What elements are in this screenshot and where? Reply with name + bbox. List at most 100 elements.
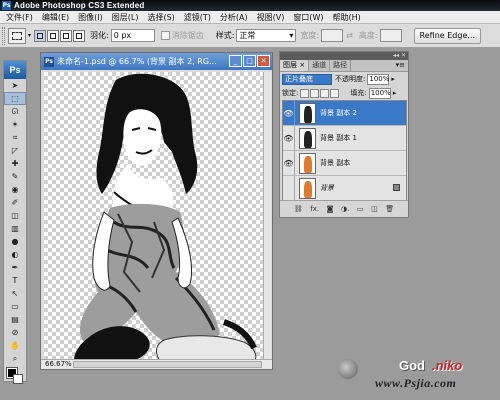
- zoom-level[interactable]: 66.67%: [45, 360, 73, 369]
- background-color-swatch[interactable]: [13, 374, 23, 384]
- options-grip[interactable]: [2, 26, 5, 45]
- lasso-tool[interactable]: ᘏ: [4, 105, 26, 118]
- mask-icon[interactable]: ◙: [327, 205, 334, 213]
- layer-name[interactable]: 背景 副本 1: [320, 133, 357, 143]
- menu-view[interactable]: 视图(V): [254, 12, 291, 23]
- canvas[interactable]: [44, 72, 263, 361]
- menu-window[interactable]: 窗口(W): [290, 12, 329, 23]
- maximize-icon[interactable]: □: [243, 55, 256, 67]
- chevron-down-icon[interactable]: ▾: [28, 32, 31, 39]
- style-select[interactable]: 正常 ▾: [236, 29, 297, 42]
- eraser-tool[interactable]: ◫: [4, 209, 26, 222]
- tab-channels[interactable]: 通道: [309, 60, 331, 71]
- pen-tool[interactable]: ✒: [4, 261, 26, 274]
- lock-pixels-icon[interactable]: [310, 88, 320, 98]
- group-icon[interactable]: ▭: [357, 205, 364, 213]
- type-tool[interactable]: T: [4, 274, 26, 287]
- fx-icon[interactable]: fx.: [310, 205, 319, 213]
- rect-shape-tool[interactable]: ▭: [4, 300, 26, 313]
- panel-collapse-icon[interactable]: ◂◂ ✕: [393, 53, 406, 59]
- layer-name[interactable]: 背景: [320, 183, 334, 193]
- height-input[interactable]: [379, 29, 402, 42]
- menu-edit[interactable]: 编辑(E): [39, 12, 75, 23]
- layer-name[interactable]: 背景 副本: [320, 158, 350, 168]
- lock-position-icon[interactable]: [320, 88, 330, 98]
- lock-all-icon[interactable]: [330, 88, 340, 98]
- style-value: 正常: [239, 31, 256, 40]
- menu-filter[interactable]: 滤镜(T): [181, 12, 217, 23]
- fill-input[interactable]: 100%: [368, 87, 391, 99]
- menu-layer[interactable]: 图层(L): [109, 12, 145, 23]
- magic-wand-tool[interactable]: ✶: [4, 118, 26, 131]
- hand-tool[interactable]: ✋: [4, 339, 26, 352]
- path-select-tool[interactable]: ↖: [4, 287, 26, 300]
- layer-row[interactable]: 背景: [283, 176, 406, 201]
- document-title-bar[interactable]: Ps 未命名-1.psd @ 66.7% (背景 副本 2, RG... _ □…: [41, 53, 272, 70]
- eyedropper-tool[interactable]: ⊘: [4, 326, 26, 339]
- rect-marquee-icon: ⬚: [11, 94, 19, 103]
- vertical-scrollbar[interactable]: [263, 72, 271, 361]
- panel-menu-icon[interactable]: ▾≡: [396, 61, 405, 69]
- tab-paths[interactable]: 路径: [330, 60, 352, 71]
- brush-tool[interactable]: ✎: [4, 170, 26, 183]
- menu-help[interactable]: 帮助(H): [330, 12, 367, 23]
- panel-header[interactable]: ◂◂ ✕: [280, 52, 408, 60]
- width-input[interactable]: [321, 29, 344, 42]
- minimize-icon[interactable]: _: [229, 55, 242, 67]
- horizontal-scrollbar[interactable]: [73, 361, 262, 368]
- lock-transparency-icon[interactable]: [300, 88, 310, 98]
- healing-brush-tool[interactable]: ✚: [4, 157, 26, 170]
- visibility-eye-icon[interactable]: [283, 176, 295, 200]
- visibility-eye-icon[interactable]: 👁: [283, 151, 295, 175]
- healing-brush-icon: ✚: [11, 159, 19, 168]
- menu-file[interactable]: 文件(F): [3, 12, 39, 23]
- move-tool[interactable]: ➤: [4, 79, 26, 92]
- clone-stamp-tool[interactable]: ◉: [4, 183, 26, 196]
- ps-logo: Ps: [4, 61, 26, 79]
- slice-icon: ◸: [11, 146, 19, 155]
- tab-layers[interactable]: 图层 ×: [280, 60, 310, 71]
- feather-input[interactable]: 0 px: [110, 29, 155, 42]
- blend-mode-select[interactable]: 正片叠底: [282, 73, 332, 85]
- antialias-checkbox[interactable]: [160, 31, 170, 40]
- menu-image[interactable]: 图像(I): [75, 12, 109, 23]
- opacity-input[interactable]: 100%: [367, 73, 389, 85]
- tool-preset-picker[interactable]: [8, 27, 26, 44]
- history-brush-tool[interactable]: ✐: [4, 196, 26, 209]
- brush-icon: ✎: [11, 172, 19, 181]
- intersect-selection-button[interactable]: [73, 29, 86, 42]
- visibility-eye-icon[interactable]: 👁: [283, 126, 295, 150]
- layer-row[interactable]: 👁 背景 副本: [283, 151, 406, 176]
- menu-analysis[interactable]: 分析(A): [217, 12, 254, 23]
- trash-icon[interactable]: 🗑: [385, 205, 394, 213]
- gradient-tool[interactable]: ▥: [4, 222, 26, 235]
- opacity-chevron-icon[interactable]: ▸: [391, 75, 395, 83]
- new-layer-icon[interactable]: ◫: [371, 205, 378, 213]
- refine-edge-button[interactable]: Refine Edge...: [413, 27, 481, 44]
- dodge-tool[interactable]: ◐: [4, 248, 26, 261]
- layer-thumbnail: [299, 102, 316, 124]
- visibility-eye-icon[interactable]: 👁: [283, 101, 295, 125]
- path-select-icon: ↖: [11, 289, 19, 298]
- subtract-selection-button[interactable]: [60, 29, 73, 42]
- layer-row[interactable]: 👁 背景 副本 2: [283, 101, 406, 126]
- new-selection-button[interactable]: [34, 29, 47, 42]
- crop-tool[interactable]: ⌗: [4, 131, 26, 144]
- menu-select[interactable]: 选择(S): [144, 12, 180, 23]
- layer-name[interactable]: 背景 副本 2: [320, 108, 357, 118]
- notes-tool[interactable]: ▤: [4, 313, 26, 326]
- dodge-icon: ◐: [11, 250, 19, 259]
- layer-row[interactable]: 👁 背景 副本 1: [283, 126, 406, 151]
- slice-tool[interactable]: ◸: [4, 144, 26, 157]
- link-icon[interactable]: ⛓: [294, 205, 303, 213]
- ps-doc-icon: Ps: [44, 56, 54, 67]
- add-selection-button[interactable]: [47, 29, 60, 42]
- color-swatches[interactable]: [4, 365, 26, 387]
- fill-chevron-icon[interactable]: ▸: [393, 89, 397, 97]
- zoom-tool[interactable]: ⌕: [4, 352, 26, 365]
- blur-tool[interactable]: ●: [4, 235, 26, 248]
- close-icon[interactable]: ✕: [257, 55, 270, 67]
- swap-icon[interactable]: ⇄: [346, 31, 353, 40]
- rect-marquee-tool[interactable]: ⬚: [4, 92, 26, 105]
- adjustment-icon[interactable]: ◑.: [341, 205, 349, 213]
